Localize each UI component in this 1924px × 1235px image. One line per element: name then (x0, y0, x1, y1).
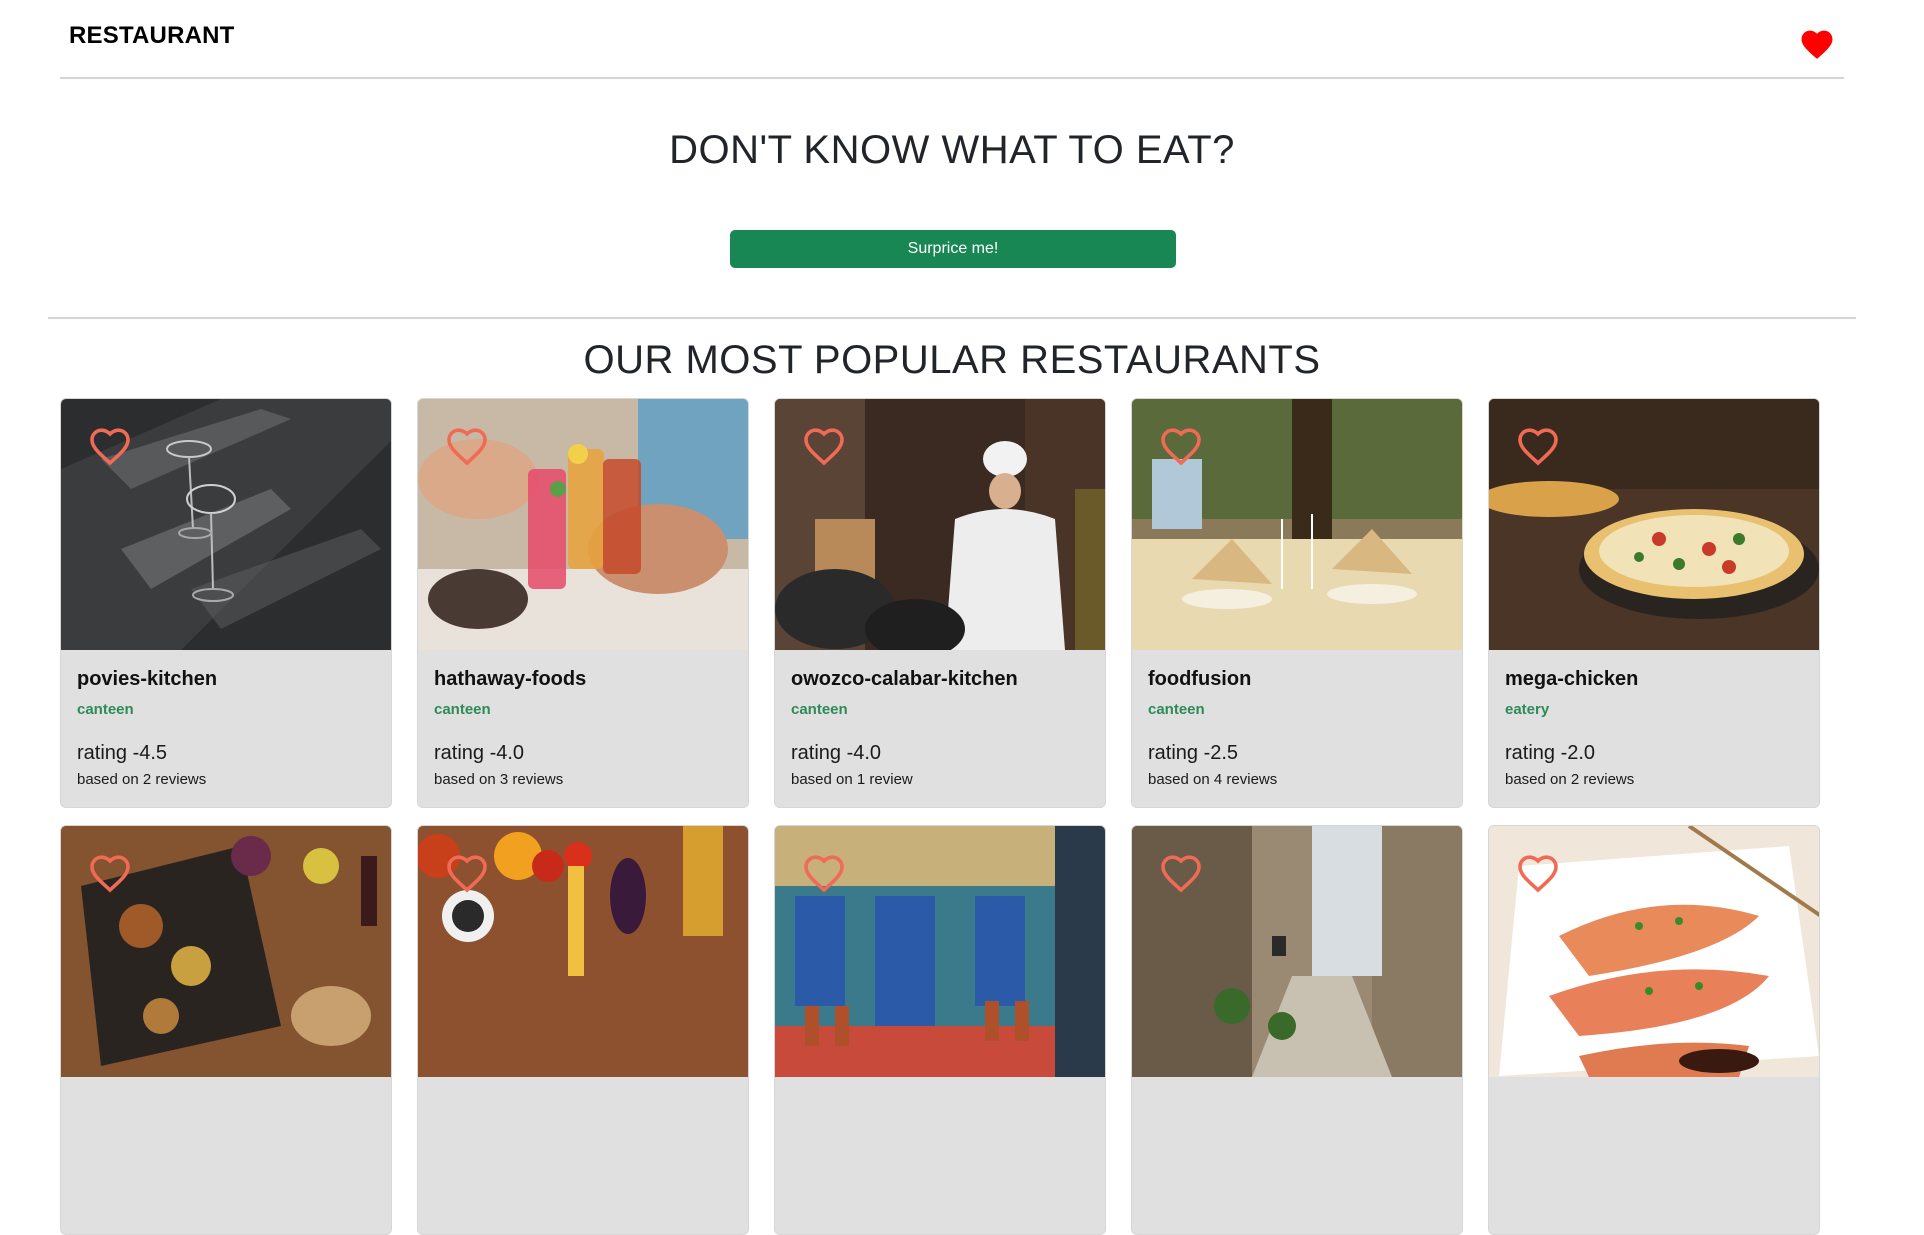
restaurant-rating: rating -2.5 (1148, 742, 1239, 764)
navbar: RESTAURANT (60, 0, 1844, 79)
restaurant-card[interactable] (1131, 825, 1463, 1235)
favorite-heart-icon[interactable] (85, 850, 135, 894)
restaurant-photo-chef (775, 399, 1105, 650)
restaurant-photo-vegetables (418, 826, 748, 1077)
restaurant-photo-dining-table (1132, 399, 1462, 650)
restaurant-photo-street-cafe (775, 826, 1105, 1077)
surprise-me-button[interactable]: Surprice me! (730, 230, 1176, 268)
favorite-heart-icon[interactable] (442, 850, 492, 894)
favorite-heart-icon[interactable] (85, 423, 135, 467)
restaurant-reviews: based on 3 reviews (434, 771, 564, 788)
restaurant-photo-drinks (418, 399, 748, 650)
restaurant-card[interactable]: povies-kitchen canteen rating -4.5 based… (60, 398, 392, 808)
favorite-heart-icon[interactable] (442, 423, 492, 467)
restaurant-photo-glasses (61, 399, 391, 650)
restaurant-photo-pizza (1489, 399, 1819, 650)
restaurant-card[interactable] (60, 825, 392, 1235)
favorite-heart-icon[interactable] (1156, 850, 1206, 894)
restaurant-type: canteen (434, 701, 491, 718)
restaurant-reviews: based on 1 review (791, 771, 913, 788)
popular-section-title: OUR MOST POPULAR RESTAURANTS (583, 338, 1321, 382)
restaurant-type: canteen (77, 701, 134, 718)
restaurant-name[interactable]: mega-chicken (1505, 667, 1807, 691)
restaurant-name[interactable]: povies-kitchen (77, 667, 379, 691)
restaurant-rating: rating -4.0 (791, 742, 882, 764)
restaurant-type: canteen (1148, 701, 1205, 718)
restaurant-card[interactable] (1488, 825, 1820, 1235)
card-body: hathaway-foods canteen rating -4.0 based… (434, 667, 736, 789)
restaurant-rating: rating -4.5 (77, 742, 168, 764)
restaurant-reviews: based on 2 reviews (77, 771, 207, 788)
card-body: owozco-calabar-kitchen canteen rating -4… (791, 667, 1093, 789)
restaurant-type: canteen (791, 701, 848, 718)
restaurant-card[interactable]: foodfusion canteen rating -2.5 based on … (1131, 398, 1463, 808)
favorite-heart-icon[interactable] (1513, 850, 1563, 894)
restaurant-photo-stone-alley (1132, 826, 1462, 1077)
restaurant-name[interactable]: owozco-calabar-kitchen (791, 667, 1093, 691)
hero-title: DON'T KNOW WHAT TO EAT? (669, 128, 1235, 172)
restaurant-reviews: based on 2 reviews (1505, 771, 1635, 788)
restaurant-name[interactable]: foodfusion (1148, 667, 1450, 691)
restaurant-card[interactable]: mega-chicken eatery rating -2.0 based on… (1488, 398, 1820, 808)
restaurant-name[interactable]: hathaway-foods (434, 667, 736, 691)
restaurant-card[interactable] (774, 825, 1106, 1235)
brand-logo[interactable]: RESTAURANT (69, 22, 235, 50)
favorite-heart-icon[interactable] (1513, 423, 1563, 467)
favorite-heart-icon[interactable] (1156, 423, 1206, 467)
restaurant-reviews: based on 4 reviews (1148, 771, 1278, 788)
card-body: mega-chicken eatery rating -2.0 based on… (1505, 667, 1807, 789)
restaurant-card[interactable]: owozco-calabar-kitchen canteen rating -4… (774, 398, 1106, 808)
card-body: povies-kitchen canteen rating -4.5 based… (77, 667, 379, 789)
card-body: foodfusion canteen rating -2.5 based on … (1148, 667, 1450, 789)
restaurant-type: eatery (1505, 701, 1550, 718)
restaurant-card[interactable]: hathaway-foods canteen rating -4.0 based… (417, 398, 749, 808)
favorite-heart-icon[interactable] (799, 850, 849, 894)
restaurant-photo-food-platter (61, 826, 391, 1077)
restaurant-rating: rating -2.0 (1505, 742, 1596, 764)
favorites-heart-icon[interactable] (1798, 26, 1836, 60)
favorite-heart-icon[interactable] (799, 423, 849, 467)
hero-section: DON'T KNOW WHAT TO EAT? (0, 130, 1904, 170)
section-divider (48, 317, 1856, 319)
restaurant-rating: rating -4.0 (434, 742, 525, 764)
restaurant-photo-salmon (1489, 826, 1819, 1077)
restaurant-card[interactable] (417, 825, 749, 1235)
